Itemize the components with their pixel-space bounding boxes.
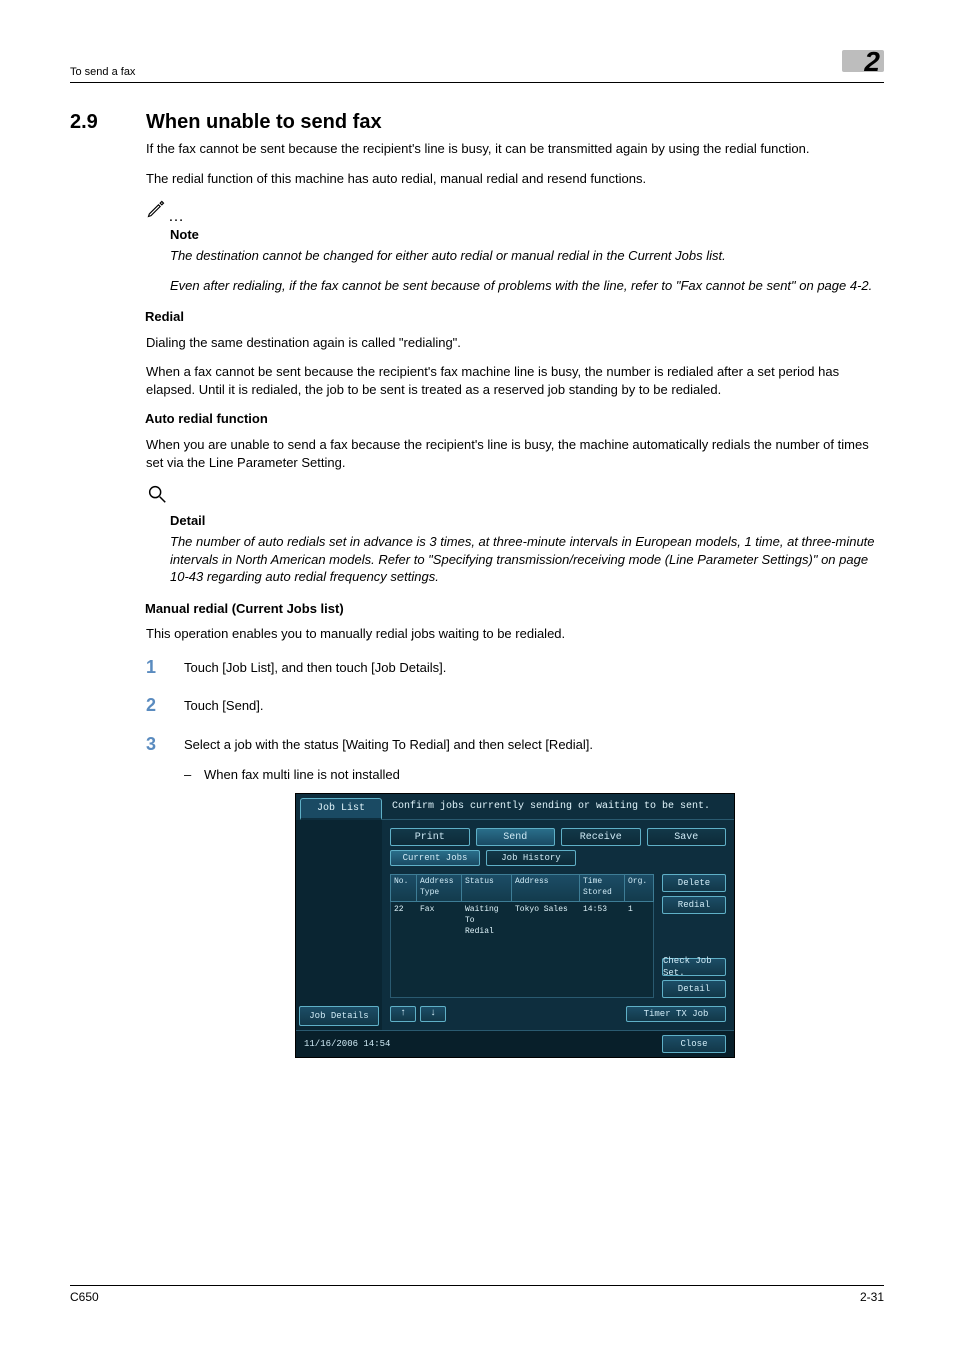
job-list-tab[interactable]: Job List <box>300 798 382 820</box>
step-3-sub-text: When fax multi line is not installed <box>204 766 400 784</box>
arrow-down-button[interactable]: ↓ <box>420 1006 446 1022</box>
header-rule <box>70 82 884 83</box>
footer-left: C650 <box>70 1290 99 1304</box>
section-number: 2.9 <box>70 111 122 134</box>
col-address-type: Address Type <box>417 875 462 901</box>
footer-right: 2-31 <box>860 1290 884 1304</box>
auto-redial-paragraph: When you are unable to send a fax becaus… <box>146 436 884 471</box>
col-status: Status <box>462 875 512 901</box>
tab-print[interactable]: Print <box>390 828 470 846</box>
cell-time: 14:53 <box>580 902 625 940</box>
redial-paragraph-1: Dialing the same destination again is ca… <box>146 334 884 352</box>
bullet-dash: – <box>184 766 194 784</box>
screen-message: Confirm jobs currently sending or waitin… <box>382 794 734 820</box>
step-1-text: Touch [Job List], and then touch [Job De… <box>184 655 446 679</box>
arrow-down-icon: ↓ <box>430 1007 436 1021</box>
note-text-2: Even after redialing, if the fax cannot … <box>170 277 884 295</box>
detail-text: The number of auto redials set in advanc… <box>170 533 884 586</box>
note-dots-icon: … <box>168 206 186 228</box>
table-row[interactable]: 22 Fax Waiting To Redial Tokyo Sales 14:… <box>391 902 653 940</box>
intro-paragraph-2: The redial function of this machine has … <box>146 170 884 188</box>
job-details-button[interactable]: Job Details <box>299 1006 379 1026</box>
section-title: When unable to send fax <box>146 111 382 134</box>
step-3-text: Select a job with the status [Waiting To… <box>184 732 593 756</box>
step-number-3: 3 <box>146 732 166 756</box>
pen-icon <box>146 199 166 224</box>
step-2-text: Touch [Send]. <box>184 693 264 717</box>
col-no: No. <box>391 875 417 901</box>
device-screenshot: Job List Confirm jobs currently sending … <box>295 793 735 1058</box>
manual-redial-heading: Manual redial (Current Jobs list) <box>145 600 884 618</box>
step-number-1: 1 <box>146 655 166 679</box>
tab-receive[interactable]: Receive <box>561 828 641 846</box>
arrow-up-button[interactable]: ↑ <box>390 1006 416 1022</box>
detail-label: Detail <box>170 512 884 530</box>
col-address: Address <box>512 875 580 901</box>
redial-paragraph-2: When a fax cannot be sent because the re… <box>146 363 884 398</box>
chapter-number: 2 <box>864 46 880 78</box>
jobs-table: No. Address Type Status Address Time Sto… <box>390 874 654 998</box>
note-block: … Note The destination cannot be changed… <box>146 199 884 294</box>
intro-paragraph-1: If the fax cannot be sent because the re… <box>146 140 884 158</box>
cell-status: Waiting To Redial <box>462 902 512 940</box>
magnifier-icon <box>146 493 168 508</box>
col-org: Org. <box>625 875 653 901</box>
footer-rule <box>70 1285 884 1286</box>
note-label: Note <box>170 226 884 244</box>
subtab-current-jobs[interactable]: Current Jobs <box>390 850 480 866</box>
delete-button[interactable]: Delete <box>662 874 726 892</box>
close-button[interactable]: Close <box>662 1035 726 1053</box>
col-time-stored: Time Stored <box>580 875 625 901</box>
redial-heading: Redial <box>145 308 884 326</box>
check-job-set-button[interactable]: Check Job Set. <box>662 958 726 976</box>
redial-button[interactable]: Redial <box>662 896 726 914</box>
cell-org: 1 <box>625 902 653 940</box>
step-number-2: 2 <box>146 693 166 717</box>
chapter-badge: 2 <box>842 48 884 78</box>
manual-redial-paragraph: This operation enables you to manually r… <box>146 625 884 643</box>
tab-save[interactable]: Save <box>647 828 727 846</box>
subtab-job-history[interactable]: Job History <box>486 850 576 866</box>
auto-redial-heading: Auto redial function <box>145 410 884 428</box>
cell-type: Fax <box>417 902 462 940</box>
arrow-up-icon: ↑ <box>400 1007 406 1021</box>
timer-tx-job-button[interactable]: Timer TX Job <box>626 1006 726 1022</box>
cell-address: Tokyo Sales <box>512 902 580 940</box>
detail-block: Detail The number of auto redials set in… <box>146 483 884 586</box>
running-header-left: To send a fax <box>70 66 135 78</box>
footer-timestamp: 11/16/2006 14:54 <box>304 1038 390 1050</box>
detail-button[interactable]: Detail <box>662 980 726 998</box>
cell-no: 22 <box>391 902 417 940</box>
tab-send[interactable]: Send <box>476 828 556 846</box>
note-text-1: The destination cannot be changed for ei… <box>170 247 884 265</box>
